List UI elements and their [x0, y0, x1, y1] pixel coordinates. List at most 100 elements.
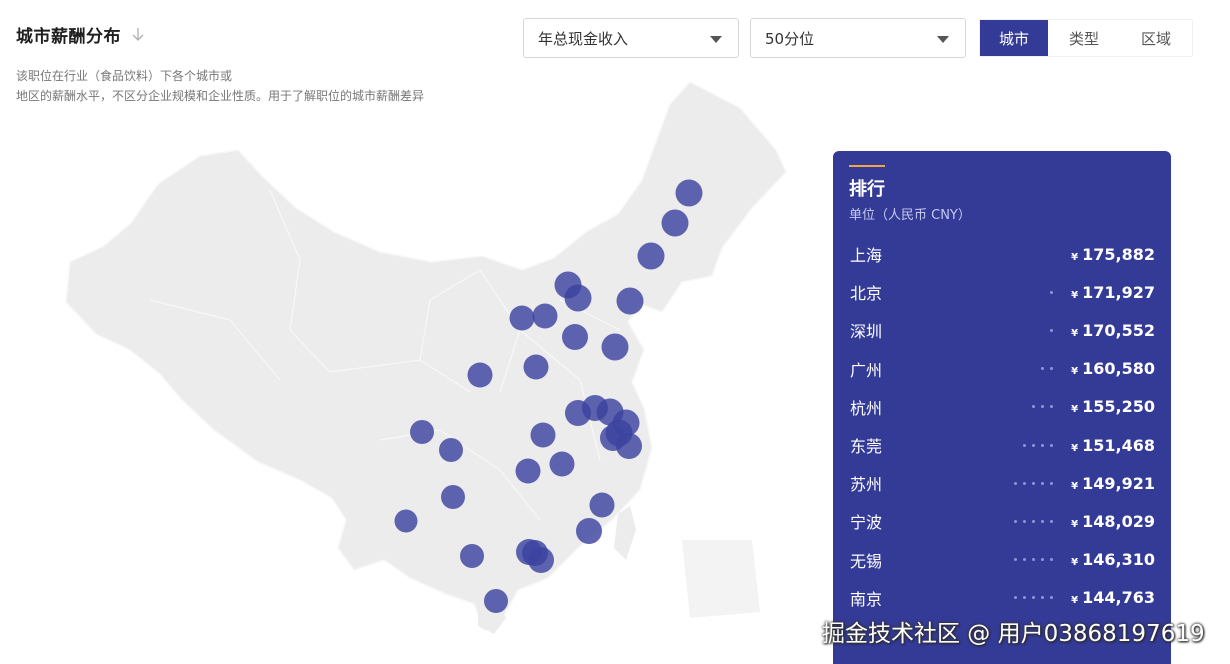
- ranking-dot: [1032, 481, 1035, 485]
- ranking-row[interactable]: 苏州 ¥149,921: [833, 464, 1171, 502]
- ranking-accent-line: [849, 165, 885, 167]
- ranking-dot: [1050, 443, 1053, 447]
- city-bubble[interactable]: [441, 485, 465, 509]
- ranking-amount: 175,882: [1082, 244, 1155, 264]
- ranking-dot: [1050, 519, 1053, 523]
- percentile-select-value: 50分位: [765, 29, 815, 48]
- ranking-amount: 146,310: [1082, 550, 1155, 570]
- currency-symbol: ¥: [1071, 442, 1079, 454]
- ranking-dot: [1014, 519, 1017, 523]
- tab-type[interactable]: 类型: [1048, 20, 1120, 56]
- city-bubble[interactable]: [467, 362, 493, 388]
- ranking-city: 苏州: [850, 475, 883, 495]
- ranking-dot: [1032, 519, 1035, 523]
- ranking-dot: [1023, 596, 1026, 600]
- city-bubble[interactable]: [394, 509, 418, 533]
- ranking-value: ¥155,250: [1071, 397, 1155, 416]
- city-bubble[interactable]: [509, 305, 535, 331]
- ranking-bar-dots: [1050, 328, 1053, 332]
- currency-symbol: ¥: [1071, 404, 1079, 416]
- ranking-panel: 排行 单位（人民币 CNY） 上海 ¥175,882 北京 ¥171,927 深圳 ¥17…: [833, 151, 1171, 664]
- ranking-city: 深圳: [850, 322, 883, 342]
- city-bubble[interactable]: [515, 458, 541, 484]
- city-bubble[interactable]: [564, 284, 592, 312]
- ranking-dot: [1032, 596, 1035, 600]
- city-bubble[interactable]: [410, 420, 434, 444]
- ranking-city: 上海: [850, 246, 883, 266]
- ranking-dot: [1041, 367, 1044, 371]
- ranking-row[interactable]: 广州 ¥160,580: [833, 350, 1171, 388]
- ranking-city: 南京: [850, 589, 883, 609]
- ranking-row[interactable]: 杭州 ¥155,250: [833, 388, 1171, 426]
- city-bubble[interactable]: [576, 518, 602, 544]
- ranking-value: ¥148,029: [1071, 512, 1155, 531]
- ranking-row[interactable]: 宁波 ¥148,029: [833, 502, 1171, 540]
- city-bubble[interactable]: [439, 438, 463, 462]
- ranking-dot: [1014, 558, 1017, 562]
- ranking-dot: [1032, 558, 1035, 562]
- ranking-row[interactable]: 东莞 ¥151,468: [833, 426, 1171, 464]
- ranking-amount: 148,029: [1082, 511, 1155, 531]
- ranking-value: ¥149,921: [1071, 474, 1155, 493]
- metric-select-value: 年总现金收入: [538, 29, 629, 48]
- title-row: 城市薪酬分布: [16, 22, 145, 47]
- currency-symbol: ¥: [1071, 518, 1079, 530]
- ranking-dot: [1023, 519, 1026, 523]
- ranking-dot: [1014, 481, 1017, 485]
- city-bubble[interactable]: [562, 324, 588, 350]
- ranking-dot: [1050, 290, 1053, 294]
- ranking-dot: [1041, 596, 1044, 600]
- ranking-city: 北京: [850, 284, 883, 304]
- ranking-dot: [1023, 443, 1026, 447]
- ranking-dot: [1023, 481, 1026, 485]
- city-bubble[interactable]: [637, 242, 665, 270]
- ranking-amount: 171,927: [1082, 282, 1155, 302]
- city-bubble[interactable]: [616, 433, 642, 459]
- city-bubble[interactable]: [460, 544, 484, 568]
- ranking-amount: 160,580: [1082, 359, 1155, 379]
- ranking-dot: [1050, 405, 1053, 409]
- ranking-bar-dots: [1041, 367, 1053, 371]
- ranking-value: ¥146,310: [1071, 550, 1155, 569]
- city-bubble[interactable]: [549, 451, 575, 477]
- ranking-city: 杭州: [850, 398, 883, 418]
- currency-symbol: ¥: [1071, 366, 1079, 378]
- view-tabs: 城市 类型 区域: [979, 19, 1193, 57]
- ranking-bar-dots: [1014, 596, 1053, 600]
- ranking-list: 上海 ¥175,882 北京 ¥171,927 深圳 ¥170,552 广州 ¥160,580…: [833, 235, 1171, 617]
- ranking-row[interactable]: 南京 ¥144,763: [833, 579, 1171, 617]
- metric-select[interactable]: 年总现金收入: [523, 18, 739, 58]
- ranking-bar-dots: [1023, 443, 1053, 447]
- ranking-row[interactable]: 无锡 ¥146,310: [833, 541, 1171, 579]
- south-china-sea-inset: [682, 540, 760, 618]
- ranking-city: 宁波: [850, 513, 883, 533]
- chevron-down-icon: [937, 36, 949, 43]
- ranking-value: ¥175,882: [1071, 245, 1155, 264]
- city-bubble[interactable]: [484, 589, 508, 613]
- chevron-down-icon: [710, 36, 722, 43]
- ranking-bar-dots: [1050, 290, 1053, 294]
- ranking-dot: [1050, 596, 1053, 600]
- ranking-bar-dots: [1032, 405, 1053, 409]
- ranking-value: ¥171,927: [1071, 283, 1155, 302]
- ranking-unit: 单位（人民币 CNY）: [849, 208, 971, 223]
- ranking-city: 无锡: [850, 551, 883, 571]
- city-bubble[interactable]: [528, 547, 554, 573]
- ranking-row[interactable]: 深圳 ¥170,552: [833, 311, 1171, 349]
- city-bubble[interactable]: [616, 287, 644, 315]
- city-bubble[interactable]: [675, 179, 703, 207]
- tab-city[interactable]: 城市: [980, 20, 1048, 56]
- percentile-select[interactable]: 50分位: [750, 18, 966, 58]
- ranking-row[interactable]: 上海 ¥175,882: [833, 235, 1171, 273]
- tab-region[interactable]: 区域: [1120, 20, 1192, 56]
- city-bubble[interactable]: [523, 354, 549, 380]
- city-bubble[interactable]: [589, 492, 615, 518]
- download-arrow-icon[interactable]: [131, 26, 145, 44]
- city-bubble[interactable]: [532, 303, 558, 329]
- city-bubble[interactable]: [530, 422, 556, 448]
- ranking-bar-dots: [1014, 519, 1053, 523]
- currency-symbol: ¥: [1071, 557, 1079, 569]
- city-bubble[interactable]: [601, 333, 629, 361]
- ranking-row[interactable]: 北京 ¥171,927: [833, 273, 1171, 311]
- city-bubble[interactable]: [661, 209, 689, 237]
